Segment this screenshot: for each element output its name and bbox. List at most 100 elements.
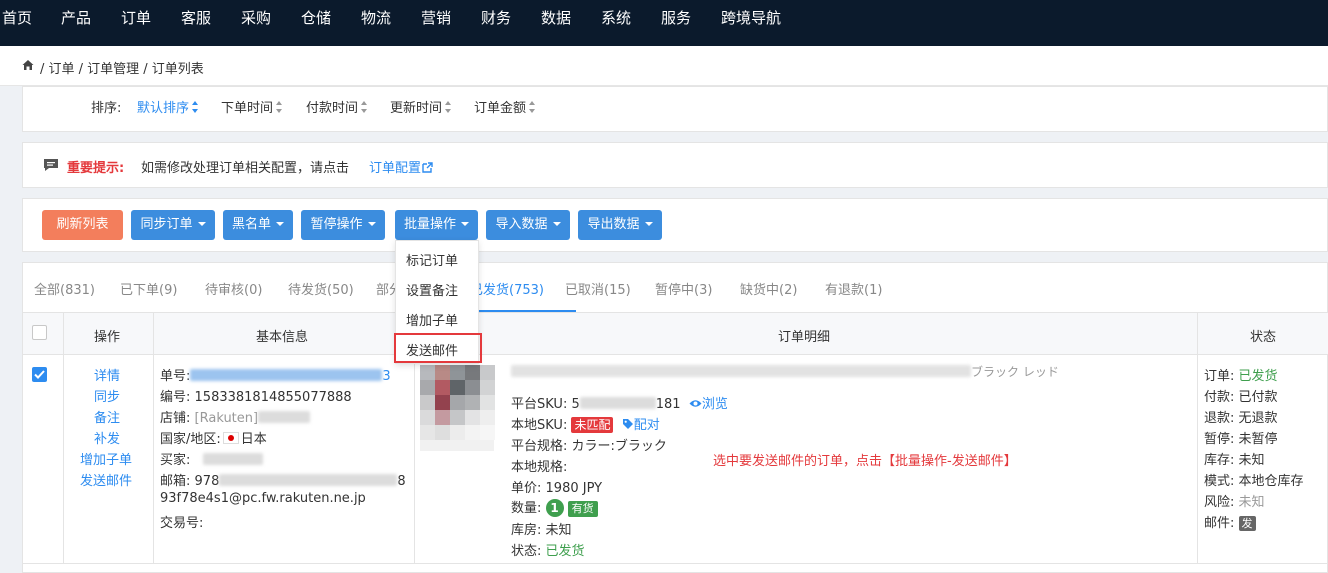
caret-down-icon [552, 222, 561, 226]
home-icon[interactable] [22, 59, 34, 71]
order-no: 单号: 3 [160, 369, 391, 384]
tab-shipped[interactable]: 已发货(753) [470, 279, 544, 298]
nav-service[interactable]: 客服 [181, 7, 211, 28]
nav-warehouse[interactable]: 仓储 [301, 7, 331, 28]
redacted-sku [579, 397, 656, 409]
nav-orders[interactable]: 订单 [121, 7, 151, 28]
export-data-button[interactable]: 导出数据 [578, 210, 662, 240]
top-nav: 首页 产品 订单 客服 采购 仓储 物流 营销 财务 数据 系统 服务 跨境导航 [0, 0, 1328, 46]
nav-system[interactable]: 系统 [601, 7, 631, 28]
tab-all[interactable]: 全部(831) [34, 279, 95, 298]
status-payment: 付款: 已付款 [1204, 390, 1278, 405]
redacted-order-no [190, 369, 383, 381]
tab-out-of-stock[interactable]: 缺货中(2) [740, 279, 797, 298]
check-icon [34, 370, 45, 379]
redacted-shop [258, 411, 311, 423]
sort-order-time[interactable]: 下单时间 [221, 97, 283, 116]
sort-arrow-icon [529, 101, 536, 113]
status-order: 订单: 已发货 [1204, 369, 1278, 384]
nav-finance[interactable]: 财务 [481, 7, 511, 28]
blacklist-button[interactable]: 黑名单 [223, 210, 293, 240]
tab-pending-review[interactable]: 待审核(0) [205, 279, 262, 298]
send-email-link[interactable]: 发送邮件 [80, 470, 132, 489]
nav-crossborder[interactable]: 跨境导航 [721, 7, 781, 28]
add-suborder-link[interactable]: 增加子单 [80, 449, 132, 468]
sort-default[interactable]: 默认排序 [137, 97, 199, 116]
platform-spec: 平台规格: カラー:ブラック [511, 439, 667, 454]
header-ops: 操作 [94, 330, 121, 345]
column-divider [63, 313, 64, 563]
warehouse: 库房: 未知 [511, 523, 572, 538]
in-stock-badge: 有货 [567, 501, 598, 517]
order-config-link[interactable]: 订单配置 [369, 157, 433, 176]
tag-icon [622, 419, 633, 429]
pause-operation-button[interactable]: 暂停操作 [301, 210, 385, 240]
reship-link[interactable]: 补发 [94, 428, 120, 447]
order-table: 操作 基本信息 订单明细 状态 详情 同步 备注 补发 增加子单 发送邮件 单号… [22, 312, 1328, 573]
detail-link[interactable]: 详情 [94, 365, 120, 384]
sync-orders-button[interactable]: 同步订单 [131, 210, 215, 240]
notice-panel: 重要提示: 如需修改处理订单相关配置，请点击 订单配置 [22, 142, 1328, 188]
email-line-2: 93f78e4s1@pc.fw.rakuten.ne.jp [160, 491, 366, 506]
sort-update-time[interactable]: 更新时间 [390, 97, 452, 116]
caret-down-icon [367, 222, 376, 226]
platform-sku: 平台SKU: 5 181 浏览 [511, 397, 728, 412]
sync-link[interactable]: 同步 [94, 386, 120, 405]
select-all-checkbox[interactable] [32, 325, 47, 340]
local-sku: 本地SKU: 未匹配 配对 [511, 417, 660, 433]
status-stock: 库存: 未知 [1204, 453, 1265, 468]
column-divider [153, 313, 154, 563]
nav-services[interactable]: 服务 [661, 7, 691, 28]
status-tabs: 全部(831) 已下单(9) 待审核(0) 待发货(50) 部分 已发货(753… [22, 262, 1328, 313]
sort-arrow-icon [445, 101, 452, 113]
shop: 店铺: [Rakuten] [160, 407, 311, 426]
sort-arrow-icon [192, 101, 199, 113]
sort-arrow-icon [361, 101, 368, 113]
import-data-button[interactable]: 导入数据 [486, 210, 570, 240]
item-state: 状态: 已发货 [511, 544, 585, 559]
sort-bar: 排序: 默认排序 下单时间 付款时间 更新时间 订单金额 [22, 86, 1328, 132]
menu-item-add-suborder[interactable]: 增加子单 [406, 310, 458, 329]
local-spec: 本地规格: [511, 460, 568, 475]
nav-purchase[interactable]: 采购 [241, 7, 271, 28]
notice-text: 如需修改处理订单相关配置，请点击 [141, 161, 350, 176]
tab-cancelled[interactable]: 已取消(15) [565, 279, 631, 298]
tab-paused[interactable]: 暂停中(3) [655, 279, 712, 298]
sort-pay-time[interactable]: 付款时间 [306, 97, 368, 116]
tab-refund[interactable]: 有退款(1) [825, 279, 882, 298]
caret-down-icon [197, 222, 206, 226]
match-link[interactable]: 配对 [622, 418, 660, 433]
buyer: 买家: [160, 449, 264, 468]
row-divider [23, 563, 1328, 564]
redacted-buyer [203, 453, 264, 465]
browse-link[interactable]: 浏览 [689, 397, 728, 412]
trade-no: 交易号: [160, 516, 204, 531]
serial-no: 编号: 1583381814855077888 [160, 390, 352, 405]
quantity-badge: 1 [545, 499, 564, 517]
product-thumbnail[interactable] [420, 365, 495, 451]
email-sent-badge: 发 [1238, 516, 1256, 531]
redacted-title [511, 365, 971, 377]
tab-ordered[interactable]: 已下单(9) [120, 279, 177, 298]
column-divider [1197, 313, 1198, 563]
nav-home[interactable]: 首页 [2, 7, 32, 28]
batch-operation-button[interactable]: 批量操作 [395, 210, 478, 240]
nav-data[interactable]: 数据 [541, 7, 571, 28]
caret-down-icon [461, 222, 469, 226]
remark-link[interactable]: 备注 [94, 407, 120, 426]
country: 国家/地区: 日本 [160, 432, 267, 447]
highlight-box [394, 333, 482, 363]
menu-item-set-remark[interactable]: 设置备注 [406, 280, 458, 299]
nav-logistics[interactable]: 物流 [361, 7, 391, 28]
status-mode: 模式: 本地仓库存 [1204, 474, 1304, 489]
unit-price: 单价: 1980 JPY [511, 481, 603, 496]
sort-amount[interactable]: 订单金额 [474, 97, 536, 116]
menu-item-mark-order[interactable]: 标记订单 [406, 250, 458, 269]
nav-products[interactable]: 产品 [61, 7, 91, 28]
refresh-list-button[interactable]: 刷新列表 [42, 210, 123, 240]
row-checkbox[interactable] [32, 367, 47, 382]
japan-flag-icon [222, 432, 239, 444]
breadcrumb-bar: / 订单 / 订单管理 / 订单列表 [0, 46, 1328, 86]
nav-marketing[interactable]: 营销 [421, 7, 451, 28]
tab-pending-ship[interactable]: 待发货(50) [288, 279, 354, 298]
